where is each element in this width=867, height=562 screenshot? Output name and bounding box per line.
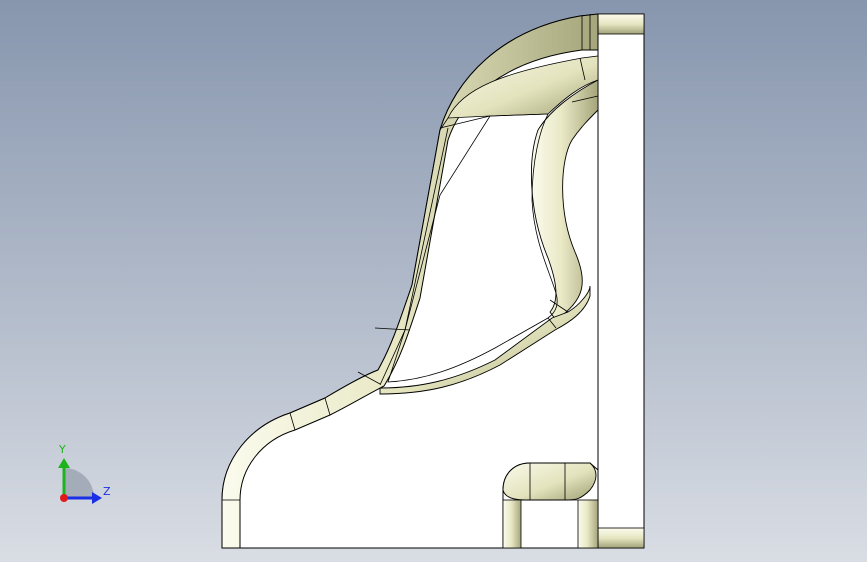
flange-top-fillet <box>597 13 645 35</box>
triad-quadrant <box>64 468 94 498</box>
slot-top-fillet <box>502 462 597 501</box>
triad-y-label: Y <box>59 443 66 456</box>
graphics-viewport[interactable]: Y Z <box>0 0 867 562</box>
right-flange-plate[interactable] <box>597 13 645 549</box>
triad-z-label: Z <box>103 485 111 498</box>
flange-bottom-fillet <box>597 527 645 549</box>
cad-model-view[interactable] <box>0 0 867 562</box>
slot-right-fillet <box>577 499 599 549</box>
view-triad[interactable] <box>58 458 102 504</box>
slot-left-fillet <box>502 499 522 549</box>
triad-y-arrow <box>58 458 70 468</box>
triad-z-arrow <box>92 492 102 504</box>
triad-x-axis-dot <box>60 494 68 502</box>
